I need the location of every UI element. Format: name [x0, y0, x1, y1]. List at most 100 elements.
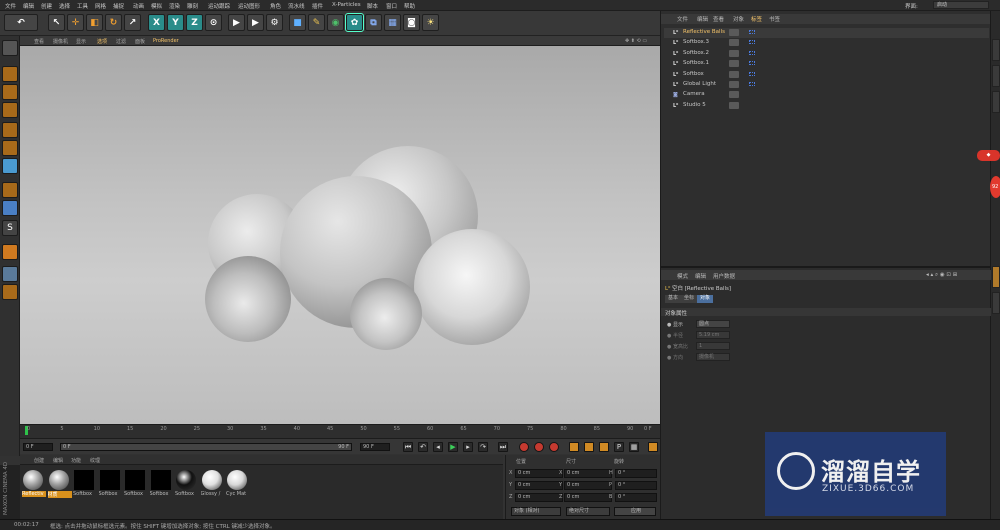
- material-menu-item[interactable]: 纹理: [90, 457, 100, 464]
- tag-icon[interactable]: [749, 50, 755, 55]
- timeline-window-icon[interactable]: [648, 442, 658, 452]
- visibility-toggle[interactable]: [729, 49, 739, 57]
- menu-item[interactable]: 窗口: [386, 2, 397, 10]
- render-to-picture-viewer-icon[interactable]: ▶: [247, 14, 264, 31]
- z-axis-icon[interactable]: Z: [186, 14, 203, 31]
- menu-item[interactable]: 流水线: [288, 2, 305, 10]
- ratio-field[interactable]: 1: [696, 342, 730, 350]
- material-swatch[interactable]: Softbox: [73, 470, 95, 500]
- object-row[interactable]: L⁰ Global Light: [664, 80, 989, 90]
- size-field[interactable]: 0 cm: [564, 481, 612, 490]
- sphere-front-left[interactable]: [205, 256, 291, 342]
- model-mode-icon[interactable]: [2, 66, 18, 82]
- deformer-icon[interactable]: ⧉: [365, 14, 382, 31]
- material-menu-item[interactable]: 编辑: [53, 457, 63, 464]
- grid-icon[interactable]: [2, 266, 18, 282]
- menu-item[interactable]: 模拟: [151, 2, 162, 10]
- attr-tab-userdata[interactable]: 用户数据: [713, 272, 735, 280]
- apply-button[interactable]: 应用: [614, 507, 656, 516]
- go-to-start-icon[interactable]: ⏮: [403, 442, 413, 452]
- attr-tab-edit[interactable]: 编辑: [695, 272, 706, 280]
- promo-badge[interactable]: ◆: [977, 150, 1000, 161]
- object-row[interactable]: L⁰ Studio 5: [664, 101, 989, 111]
- menu-item[interactable]: 选择: [59, 2, 70, 10]
- layout-select[interactable]: 启动: [933, 1, 989, 9]
- object-row[interactable]: L⁰ Softbox.1: [664, 59, 989, 69]
- material-swatch[interactable]: Softbox: [175, 470, 197, 500]
- next-key-icon[interactable]: ↷: [478, 442, 488, 452]
- object-row[interactable]: ◙ Camera: [664, 90, 989, 100]
- edges-mode-icon[interactable]: [2, 140, 18, 156]
- tag-icon[interactable]: [749, 61, 755, 66]
- visibility-toggle[interactable]: [729, 39, 739, 47]
- camera-icon[interactable]: ◙: [403, 14, 420, 31]
- subtab-coord[interactable]: 坐标: [681, 295, 698, 303]
- visibility-toggle[interactable]: [729, 29, 739, 36]
- tag-icon[interactable]: [749, 82, 755, 86]
- side-tab-objects[interactable]: [992, 39, 1000, 61]
- go-to-end-icon[interactable]: ⏭: [498, 442, 508, 452]
- tweak-mode-icon[interactable]: [2, 200, 18, 216]
- menu-item[interactable]: 网格: [95, 2, 106, 10]
- snap-icon[interactable]: S: [2, 220, 18, 236]
- sphere-front-small[interactable]: [350, 278, 422, 350]
- menu-item[interactable]: 捕捉: [113, 2, 124, 10]
- menu-item[interactable]: 文件: [5, 2, 16, 10]
- display-select[interactable]: 圆点: [696, 320, 730, 328]
- menu-item[interactable]: 角色: [270, 2, 281, 10]
- rotate-tool-icon[interactable]: ↻: [105, 14, 122, 31]
- rotation-field[interactable]: 0 °: [615, 493, 657, 502]
- rotation-field[interactable]: 0 °: [615, 469, 657, 478]
- viewport-menu-item[interactable]: 选项: [97, 38, 107, 45]
- object-manager-tab[interactable]: 文件: [677, 15, 688, 23]
- tag-icon[interactable]: [749, 40, 755, 45]
- lock-workplane-icon[interactable]: [2, 284, 18, 300]
- material-swatch[interactable]: Glossy /: [201, 470, 223, 500]
- subdivision-icon[interactable]: ◉: [327, 14, 344, 31]
- menu-item[interactable]: 运动图形: [238, 2, 260, 10]
- attr-nav-icons[interactable]: ◂ ▴ ⌕ ◉ ⊡ ⊞: [926, 272, 957, 279]
- material-swatch[interactable]: Softbox: [99, 470, 121, 500]
- object-row[interactable]: L⁰ Softbox.2: [664, 49, 989, 59]
- position-field[interactable]: 0 cm: [515, 469, 563, 478]
- tag-icon[interactable]: [749, 71, 755, 76]
- move-tool-icon[interactable]: ✛: [67, 14, 84, 31]
- menu-item[interactable]: 工具: [77, 2, 88, 10]
- side-tab-content-browser[interactable]: [992, 65, 1000, 87]
- undo-button[interactable]: ↶: [4, 14, 38, 31]
- viewport-menu-item[interactable]: 面板: [135, 38, 145, 45]
- sphere-right[interactable]: [414, 229, 530, 345]
- viewport-menu-item[interactable]: 查看: [34, 38, 44, 45]
- scale-tool-icon[interactable]: ◧: [86, 14, 103, 31]
- points-mode-icon[interactable]: [2, 122, 18, 138]
- light-icon[interactable]: ☀: [422, 14, 439, 31]
- viewport-menu-item[interactable]: 显示: [76, 38, 86, 45]
- texture-mode-icon[interactable]: [2, 84, 18, 100]
- render-settings-icon[interactable]: ⚙: [266, 14, 283, 31]
- previous-frame-icon[interactable]: ◂: [433, 442, 443, 452]
- pla-key-icon[interactable]: ▦: [629, 442, 639, 452]
- workplane-icon[interactable]: [2, 102, 18, 118]
- menu-item[interactable]: 编辑: [23, 2, 34, 10]
- start-frame-field[interactable]: 0 F: [23, 443, 53, 451]
- object-manager-tab[interactable]: 查看: [713, 15, 724, 23]
- cube-icon[interactable]: ■: [289, 14, 306, 31]
- object-row[interactable]: L⁰ Softbox: [664, 70, 989, 80]
- side-tab-attributes[interactable]: [992, 266, 1000, 288]
- object-manager-tab[interactable]: 标签: [751, 15, 762, 23]
- menu-item[interactable]: 脚本: [367, 2, 378, 10]
- side-tab-layers[interactable]: [992, 292, 1000, 314]
- scale-key-icon[interactable]: [584, 442, 594, 452]
- frame-range-slider[interactable]: 0 F 90 F: [60, 443, 352, 451]
- rotation-field[interactable]: 0 °: [615, 481, 657, 490]
- visibility-toggle[interactable]: [729, 70, 739, 78]
- object-row[interactable]: L⁰ Reflective Balls: [664, 28, 989, 38]
- object-manager-tab[interactable]: 对象: [733, 15, 744, 23]
- next-frame-icon[interactable]: ▸: [463, 442, 473, 452]
- record-keys-icon[interactable]: [519, 442, 529, 452]
- material-swatch[interactable]: 材质: [47, 470, 72, 500]
- object-manager-tab[interactable]: 书签: [769, 15, 780, 23]
- timeline-ruler[interactable]: 0 5 10 15 20 25 30 35 40 45 50 55 60 65 70 75 80 85 90 0 F: [20, 424, 660, 438]
- previous-key-icon[interactable]: ↶: [418, 442, 428, 452]
- attr-tab-mode[interactable]: 模式: [677, 272, 688, 280]
